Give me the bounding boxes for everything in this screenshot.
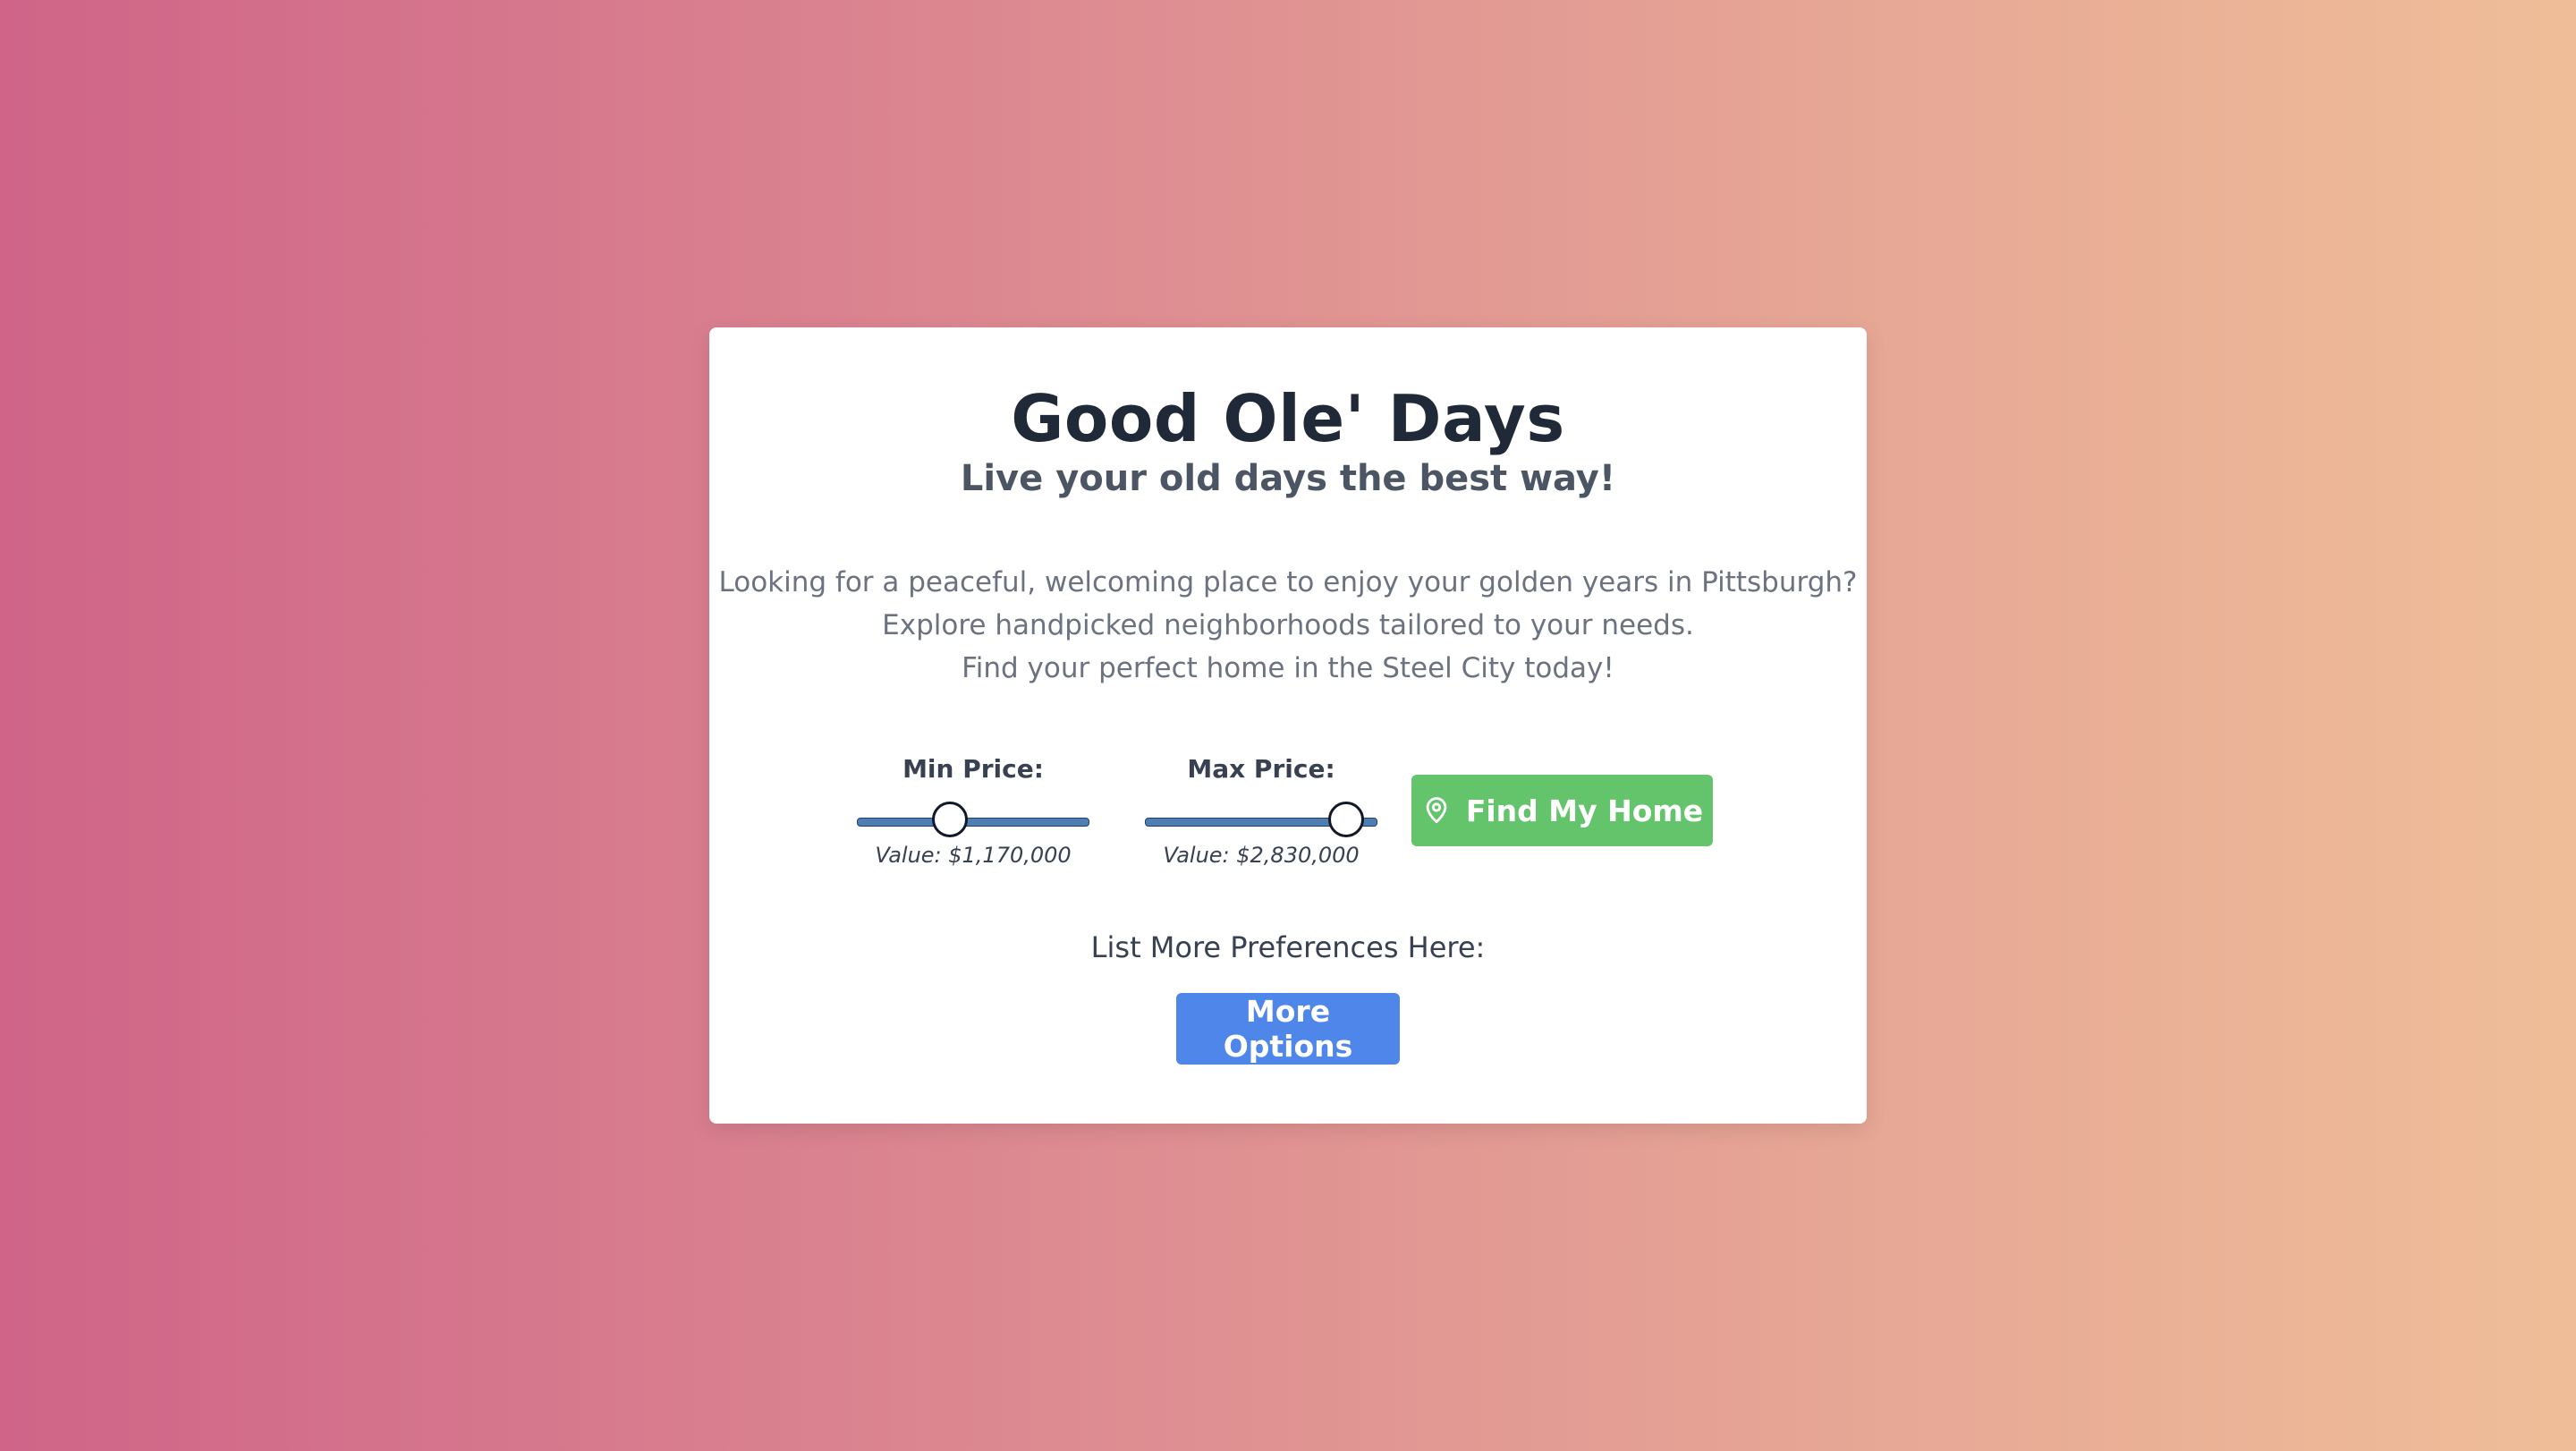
min-price-value: Value: $1,170,000 — [875, 843, 1072, 868]
description-line: Find your perfect home in the Steel City… — [962, 652, 1614, 684]
search-card: Good Ole' Days Live your old days the be… — [709, 327, 1867, 1124]
min-price-slider-thumb[interactable] — [932, 802, 969, 837]
page-subtitle: Live your old days the best way! — [960, 458, 1616, 499]
min-price-label: Min Price: — [902, 754, 1044, 784]
more-options-button[interactable]: More Options — [1176, 993, 1400, 1065]
max-price-slider[interactable] — [1145, 802, 1377, 837]
find-my-home-label: Find My Home — [1465, 793, 1704, 828]
description-line: Explore handpicked neighborhoods tailore… — [882, 609, 1694, 641]
max-price-slider-thumb[interactable] — [1328, 802, 1365, 837]
find-my-home-button[interactable]: Find My Home — [1411, 775, 1713, 846]
min-price-slider[interactable] — [857, 802, 1089, 837]
max-price-value: Value: $2,830,000 — [1163, 843, 1360, 868]
min-price-group: Min Price: Value: $1,170,000 — [857, 751, 1089, 868]
page-title: Good Ole' Days — [1011, 381, 1565, 456]
max-price-group: Max Price: Value: $2,830,000 — [1145, 751, 1377, 868]
description: Looking for a peaceful, welcoming place … — [709, 561, 1867, 690]
more-preferences-label: List More Preferences Here: — [1090, 930, 1486, 964]
max-price-label: Max Price: — [1187, 754, 1335, 784]
map-pin-icon — [1421, 795, 1452, 826]
description-line: Looking for a peaceful, welcoming place … — [718, 566, 1858, 598]
